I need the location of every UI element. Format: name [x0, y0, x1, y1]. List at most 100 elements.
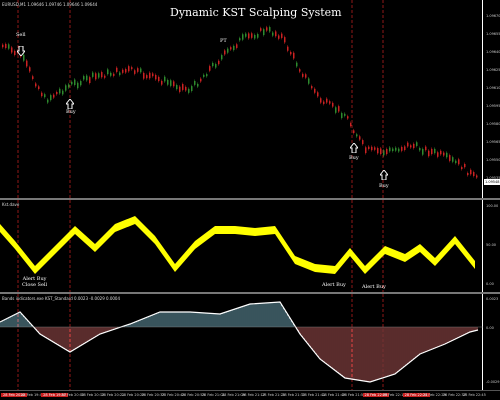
histogram-scale[interactable]: 0.0023 0.00 -0.0029 — [484, 294, 500, 390]
candle-body — [59, 88, 61, 94]
kst-histogram-chart[interactable] — [0, 294, 483, 390]
candle-body — [302, 73, 304, 77]
candle-body — [323, 101, 325, 104]
price-tick: 1.09640 — [486, 50, 500, 54]
candle-body — [269, 27, 271, 32]
candle-body — [134, 70, 136, 74]
candle-body — [41, 92, 43, 97]
candle-body — [314, 88, 316, 93]
candle-body — [53, 94, 55, 98]
candle-body — [5, 43, 7, 48]
candle-body — [299, 69, 301, 72]
oscillator-plot-area[interactable] — [0, 200, 483, 292]
candle-body — [308, 78, 310, 84]
alert-annotation: Alert Buy Close Sell — [22, 276, 47, 288]
candle-body — [428, 150, 430, 157]
chart-window: EURUSD,M1 1.09646 1.09746 1.09646 1.0964… — [0, 0, 500, 400]
price-tick: 1.09565 — [486, 140, 500, 144]
candle-body — [152, 73, 154, 77]
candle-body — [335, 107, 337, 113]
price-tick: 1.09655 — [486, 32, 500, 36]
candle-body — [434, 148, 436, 154]
candle-body — [362, 140, 364, 145]
candle-body — [401, 146, 403, 151]
candle-body — [311, 86, 313, 89]
candle-body — [416, 142, 418, 146]
candle-body — [2, 44, 4, 48]
candle-body — [158, 76, 160, 82]
price-tick: 1.09610 — [486, 86, 500, 90]
candle-body — [395, 147, 397, 151]
candle-body — [404, 146, 406, 151]
pt-signal-label: PT — [220, 38, 227, 44]
candle-body — [224, 50, 226, 55]
candle-body — [470, 169, 472, 175]
time-axis[interactable]: 28 Feb 2020 28 Feb 19:49 28 Feb 19:57 28 Fe… — [0, 390, 500, 400]
sell-arrow-icon — [15, 41, 27, 57]
osc-tick: 100.00 — [486, 204, 499, 208]
candle-body — [254, 34, 256, 39]
candle-body — [476, 175, 478, 178]
candle-body — [50, 95, 52, 101]
candle-body — [191, 86, 193, 92]
candle-body — [131, 67, 133, 70]
candle-body — [149, 72, 151, 79]
candle-body — [221, 55, 223, 60]
candle-body — [98, 73, 100, 78]
candle-body — [140, 68, 142, 73]
buy-signal-label: Buy — [379, 183, 389, 189]
candle-body — [26, 60, 28, 67]
candle-body — [398, 148, 400, 152]
kst-band — [0, 216, 475, 274]
oscillator-scale[interactable]: 100.00 50.00 0.00 — [484, 200, 500, 292]
candle-body — [155, 74, 157, 80]
candle-body — [113, 73, 115, 76]
candle-body — [44, 94, 46, 98]
candle-body — [176, 84, 178, 90]
price-tick: 1.09550 — [486, 158, 500, 162]
candle-body — [287, 46, 289, 51]
histogram-plot-area[interactable] — [0, 294, 483, 390]
candle-body — [425, 146, 427, 151]
hist-tick: 0.00 — [486, 326, 494, 330]
candle-body — [275, 31, 277, 37]
symbol-info-label: EURUSD,M1 1.09646 1.09746 1.09646 1.0964… — [2, 2, 98, 7]
candle-body — [11, 47, 13, 53]
candle-body — [143, 72, 145, 79]
candle-body — [8, 44, 10, 49]
candle-body — [29, 67, 31, 72]
candle-body — [266, 27, 268, 31]
buy-arrow-icon — [378, 165, 390, 181]
alert-line-1: Alert Buy — [322, 282, 346, 288]
candle-body — [419, 148, 421, 151]
kst-band-chart[interactable] — [0, 200, 483, 292]
candle-body — [218, 60, 220, 65]
candle-body — [203, 74, 205, 77]
candle-body — [230, 47, 232, 50]
price-scale[interactable]: 1.09670 1.09655 1.09640 1.09625 1.09610 1.095… — [484, 0, 500, 198]
candle-body — [260, 28, 262, 31]
buy-signal-label: Buy — [66, 109, 76, 115]
candle-body — [86, 75, 88, 81]
candle-body — [185, 86, 187, 91]
candle-body — [350, 122, 352, 127]
candle-body — [167, 79, 169, 85]
oscillator-label: Kst.dave — [2, 202, 20, 207]
alert-line-1: Alert Buy — [362, 284, 386, 290]
kst-histogram-panel[interactable]: Bands indicators.exe KST_Standard 0.0023… — [0, 294, 500, 390]
candle-body — [407, 142, 409, 147]
candle-body — [125, 69, 127, 73]
candle-body — [68, 84, 70, 88]
candle-body — [119, 72, 121, 76]
candle-body — [344, 113, 346, 116]
kst-oscillator-panel[interactable]: Kst.dave 100.00 50.00 0.00 Alert Buy Clo… — [0, 200, 500, 292]
price-chart-panel[interactable]: EURUSD,M1 1.09646 1.09746 1.09646 1.0964… — [0, 0, 500, 198]
candle-body — [353, 130, 355, 133]
candle-body — [326, 98, 328, 103]
candle-body — [341, 113, 343, 119]
candle-body — [263, 29, 265, 36]
candle-body — [290, 51, 292, 55]
candle-body — [446, 152, 448, 158]
candle-body — [242, 34, 244, 40]
candle-body — [356, 134, 358, 137]
